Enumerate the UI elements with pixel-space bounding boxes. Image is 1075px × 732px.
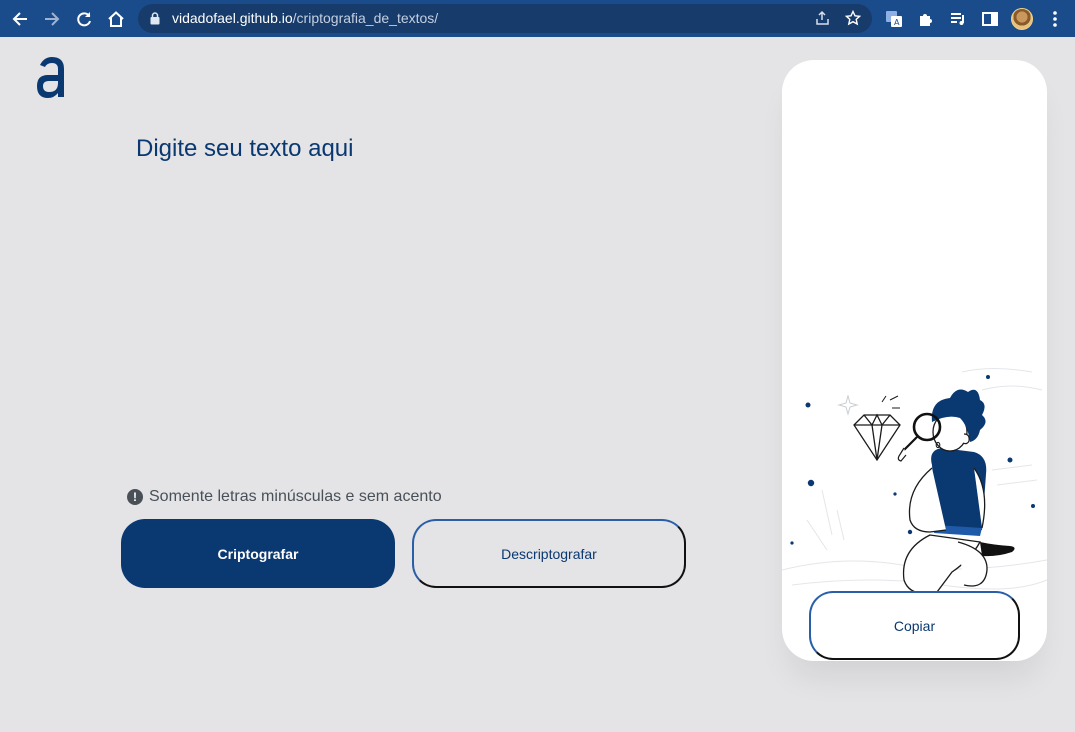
forward-icon[interactable] xyxy=(39,6,65,32)
translate-icon[interactable]: A xyxy=(881,6,907,32)
sidepanel-icon[interactable] xyxy=(977,6,1003,32)
url-host: vidadofael.github.io xyxy=(172,10,293,26)
browser-toolbar: vidadofael.github.io/criptografia_de_tex… xyxy=(0,0,1075,37)
back-icon[interactable] xyxy=(7,6,33,32)
address-bar[interactable]: vidadofael.github.io/criptografia_de_tex… xyxy=(138,4,872,33)
search-illustration xyxy=(781,360,1048,600)
copy-button[interactable]: Copiar xyxy=(809,591,1020,660)
share-icon[interactable] xyxy=(814,10,830,31)
page-content: ! Somente letras minúsculas e sem acento… xyxy=(0,37,1075,732)
url-text: vidadofael.github.io/criptografia_de_tex… xyxy=(172,10,438,26)
home-icon[interactable] xyxy=(103,6,129,32)
profile-avatar[interactable] xyxy=(1011,8,1033,30)
message-input[interactable] xyxy=(136,135,696,465)
encrypt-button[interactable]: Criptografar xyxy=(121,519,395,588)
url-path: /criptografia_de_textos/ xyxy=(292,10,439,26)
decrypt-button[interactable]: Descriptografar xyxy=(412,519,686,588)
logo-icon[interactable] xyxy=(34,53,70,101)
output-panel: Copiar xyxy=(781,60,1048,661)
hint-text: Somente letras minúsculas e sem acento xyxy=(149,488,442,505)
star-icon[interactable] xyxy=(844,9,862,31)
info-icon: ! xyxy=(127,489,143,505)
extensions-icon[interactable] xyxy=(913,6,939,32)
lock-icon xyxy=(150,12,160,30)
reload-icon[interactable] xyxy=(71,6,97,32)
input-hint: ! Somente letras minúsculas e sem acento xyxy=(127,488,442,506)
svg-text:A: A xyxy=(894,18,900,27)
menu-icon[interactable] xyxy=(1042,6,1068,32)
media-icon[interactable] xyxy=(945,6,971,32)
